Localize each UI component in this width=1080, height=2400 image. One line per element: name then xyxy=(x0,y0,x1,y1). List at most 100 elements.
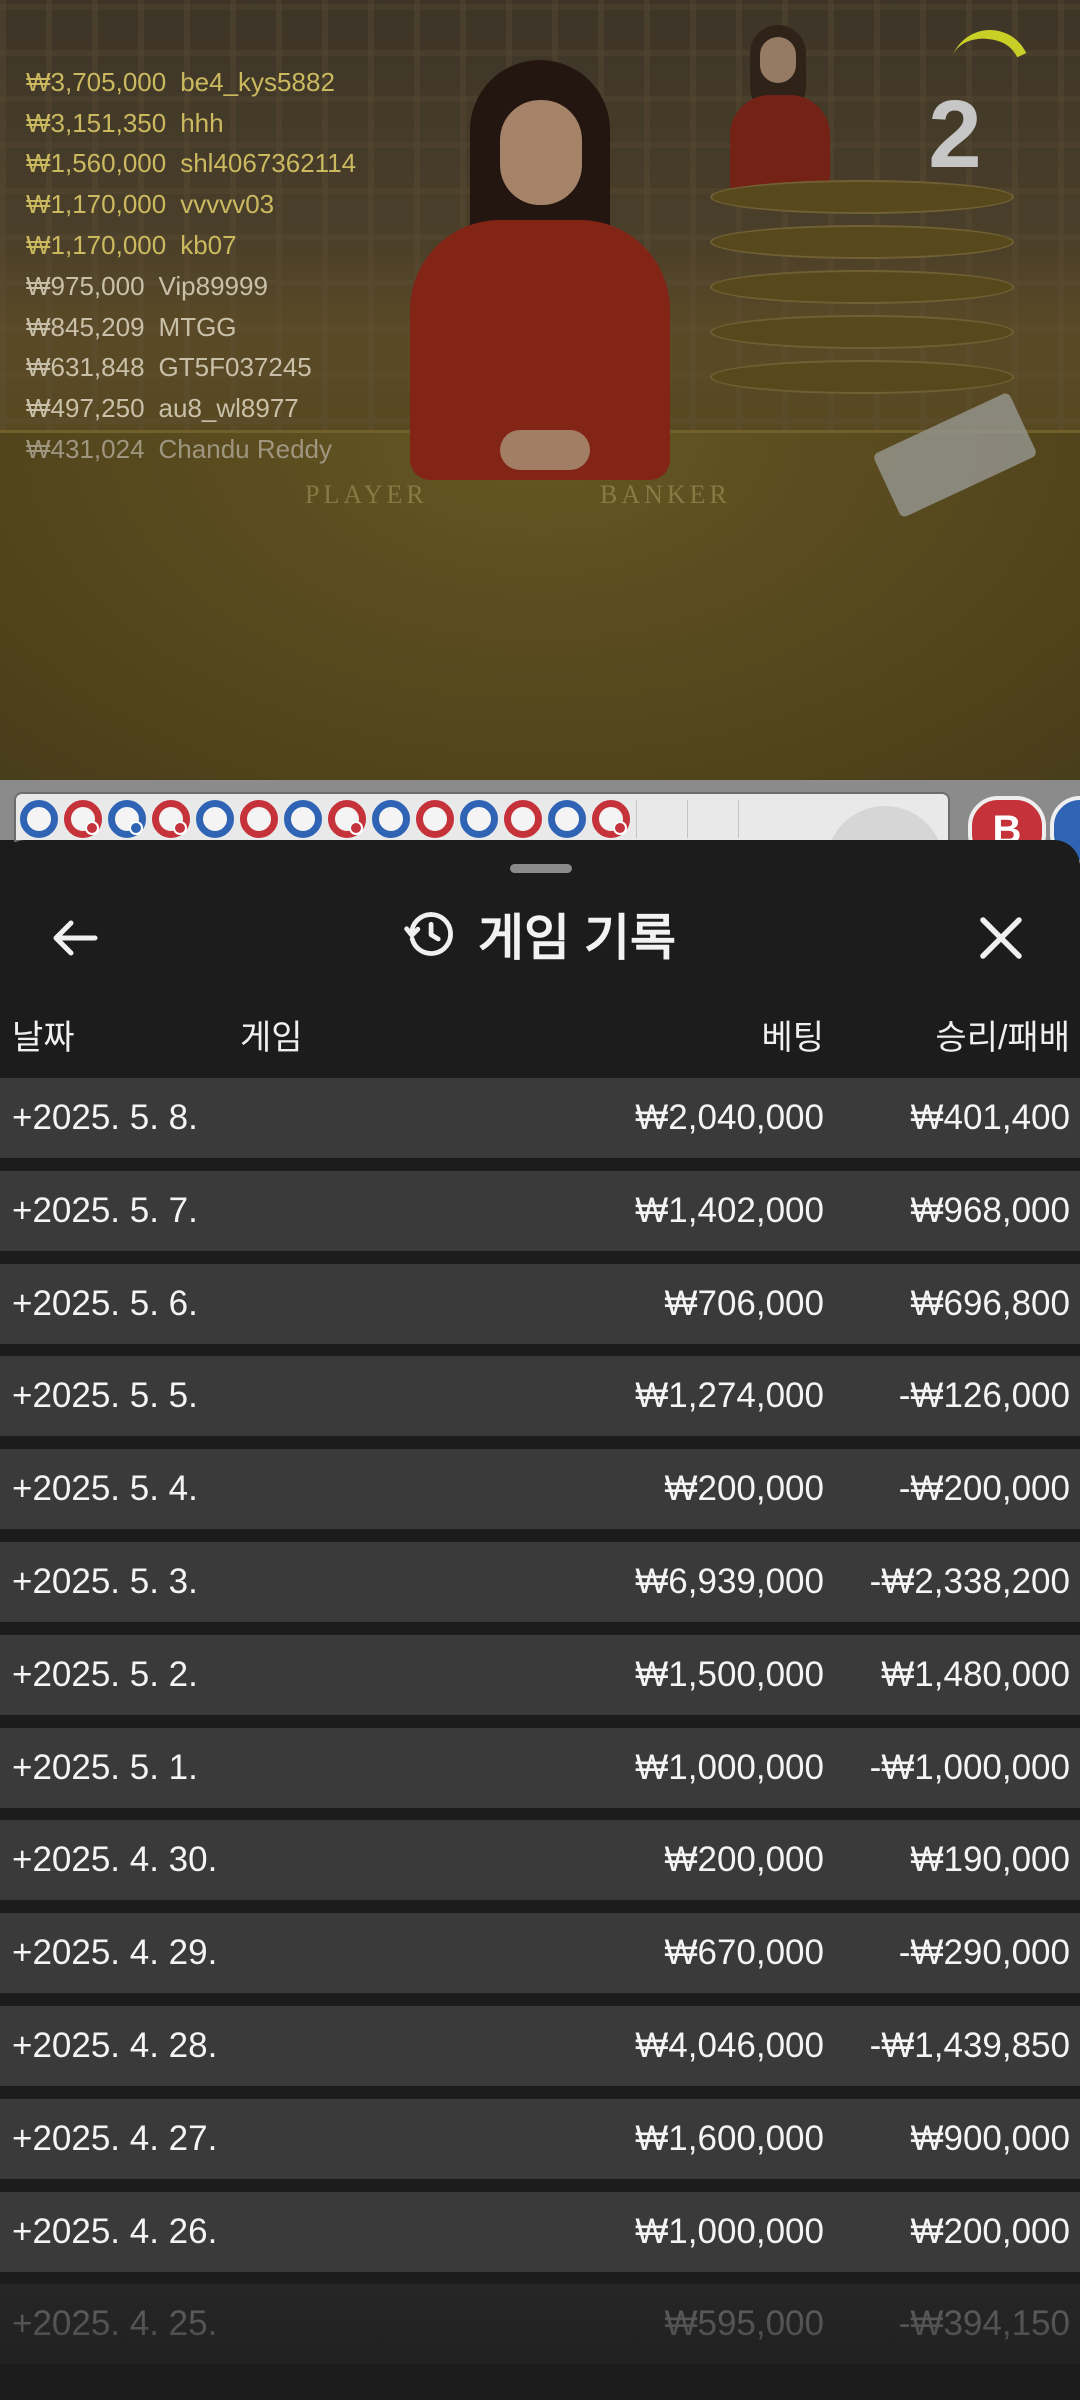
winner-entry: ₩1,560,000 shl4067362114 xyxy=(26,144,356,185)
bead-road[interactable] xyxy=(14,792,950,842)
row-bet: ₩200,000 xyxy=(664,1469,824,1509)
bead-banker xyxy=(504,800,542,838)
row-bet: ₩1,600,000 xyxy=(635,2118,824,2158)
roadmap-strip: B xyxy=(0,780,1080,924)
bead-player xyxy=(460,800,498,838)
bead-player xyxy=(548,800,586,838)
row-bet: ₩1,500,000 xyxy=(635,1654,824,1694)
row-bet: ₩670,000 xyxy=(664,1933,824,1973)
bead-banker xyxy=(328,800,366,838)
row-date: +2025. 4. 27. xyxy=(12,2118,218,2158)
history-clock-icon xyxy=(404,912,453,956)
history-row[interactable]: +2025. 5. 5. ₩1,274,000 -₩126,000 xyxy=(0,1356,1080,1437)
winner-name: au8_wl8977 xyxy=(158,393,299,424)
winner-name: Vip89999 xyxy=(158,270,268,301)
close-x-icon xyxy=(980,917,1022,959)
history-row[interactable]: +2025. 4. 28. ₩4,046,000 -₩1,439,850 xyxy=(0,2005,1080,2086)
back-button[interactable] xyxy=(40,908,110,968)
row-result: -₩290,000 xyxy=(898,1933,1070,1973)
history-row[interactable]: +2025. 4. 30. ₩200,000 ₩190,000 xyxy=(0,1820,1080,1901)
winner-amount: ₩975,000 xyxy=(26,270,145,301)
winner-entry: ₩497,250 au8_wl8977 xyxy=(26,388,356,429)
winner-name: Chandu Reddy xyxy=(158,434,332,465)
row-result: -₩1,439,850 xyxy=(869,2025,1070,2065)
bead-player xyxy=(372,800,410,838)
winner-entry: ₩1,170,000 vvvvv03 xyxy=(26,184,356,225)
sheet-header: 게임 기록 xyxy=(0,884,1080,984)
row-bet: ₩1,000,000 xyxy=(635,2211,824,2251)
winner-amount: ₩631,848 xyxy=(26,352,145,383)
row-bet: ₩1,402,000 xyxy=(635,1190,824,1230)
game-history-sheet: 게임 기록 날짜 게임 베팅 승리/패배 +2025. 5. 8. ₩2,040,… xyxy=(0,840,1080,2400)
sheet-drag-handle[interactable] xyxy=(510,864,572,873)
history-row[interactable]: +2025. 4. 29. ₩670,000 -₩290,000 xyxy=(0,1913,1080,1994)
history-row[interactable]: +2025. 5. 7. ₩1,402,000 ₩968,000 xyxy=(0,1170,1080,1251)
row-bet: ₩1,274,000 xyxy=(635,1376,824,1416)
row-result: ₩696,800 xyxy=(910,1283,1070,1323)
recent-winners-list: ₩3,705,000 be4_kys5882 ₩3,151,350 hhh ₩1,560… xyxy=(26,62,356,470)
row-result: ₩900,000 xyxy=(910,2118,1070,2158)
history-row[interactable]: +2025. 5. 4. ₩200,000 -₩200,000 xyxy=(0,1449,1080,1530)
winner-name: shl4067362114 xyxy=(180,148,357,179)
column-header-date: 날짜 xyxy=(12,1019,75,1057)
bead-player xyxy=(20,800,58,838)
winner-amount: ₩1,170,000 xyxy=(26,230,167,261)
countdown-number: 2 xyxy=(928,81,982,188)
history-row[interactable]: +2025. 4. 27. ₩1,600,000 ₩900,000 xyxy=(0,2098,1080,2179)
winner-amount: ₩1,170,000 xyxy=(26,189,167,220)
winner-amount: ₩1,560,000 xyxy=(26,148,167,179)
winner-entry: ₩3,705,000 be4_kys5882 xyxy=(26,62,356,103)
bead-player xyxy=(108,800,146,838)
row-date: +2025. 5. 7. xyxy=(12,1190,198,1230)
winner-entry: ₩1,170,000 kb07 xyxy=(26,225,356,266)
row-date: +2025. 4. 29. xyxy=(12,1933,218,1973)
row-bet: ₩1,000,000 xyxy=(635,1747,824,1787)
winner-amount: ₩845,209 xyxy=(26,311,145,342)
history-row[interactable]: +2025. 4. 25. ₩595,000 -₩394,150 xyxy=(0,2284,1080,2365)
row-result: ₩200,000 xyxy=(910,2211,1070,2251)
row-bet: ₩4,046,000 xyxy=(635,2025,824,2065)
row-result: -₩394,150 xyxy=(898,2304,1070,2344)
row-date: +2025. 4. 28. xyxy=(12,2025,218,2065)
row-result: -₩1,000,000 xyxy=(869,1747,1070,1787)
row-result: ₩968,000 xyxy=(910,1190,1070,1230)
bead-player xyxy=(284,800,322,838)
bead-banker xyxy=(152,800,190,838)
history-row[interactable]: +2025. 5. 8. ₩2,040,000 ₩401,400 xyxy=(0,1078,1080,1158)
winner-name: GT5F037245 xyxy=(158,352,312,383)
row-date: +2025. 5. 4. xyxy=(12,1469,198,1509)
row-bet: ₩706,000 xyxy=(664,1283,824,1323)
row-result: ₩1,480,000 xyxy=(881,1654,1070,1694)
winner-name: hhh xyxy=(180,107,224,138)
winner-entry: ₩431,024 Chandu Reddy xyxy=(26,429,356,470)
row-bet: ₩6,939,000 xyxy=(635,1561,824,1601)
history-row[interactable]: +2025. 5. 1. ₩1,000,000 -₩1,000,000 xyxy=(0,1727,1080,1808)
row-date: +2025. 5. 1. xyxy=(12,1747,198,1787)
winner-entry: ₩631,848 GT5F037245 xyxy=(26,348,356,389)
row-date: +2025. 4. 25. xyxy=(12,2304,218,2344)
winner-name: be4_kys5882 xyxy=(180,66,335,97)
row-date: +2025. 5. 2. xyxy=(12,1654,198,1694)
bead-banker xyxy=(592,800,630,838)
history-row[interactable]: +2025. 4. 26. ₩1,000,000 ₩200,000 xyxy=(0,2191,1080,2272)
winner-amount: ₩3,705,000 xyxy=(26,66,167,97)
winner-amount: ₩431,024 xyxy=(26,434,145,465)
winner-amount: ₩3,151,350 xyxy=(26,107,167,138)
column-header-game: 게임 xyxy=(240,1019,303,1057)
history-row[interactable]: +2025. 5. 2. ₩1,500,000 ₩1,480,000 xyxy=(0,1634,1080,1715)
winner-entry: ₩845,209 MTGG xyxy=(26,307,356,348)
row-bet: ₩200,000 xyxy=(664,1840,824,1880)
bead-empty-cell xyxy=(636,800,681,838)
row-date: +2025. 5. 3. xyxy=(12,1561,198,1601)
arrow-left-icon xyxy=(53,920,98,956)
row-result: -₩200,000 xyxy=(898,1469,1070,1509)
winner-entry: ₩975,000 Vip89999 xyxy=(26,266,356,307)
close-button[interactable] xyxy=(966,908,1036,968)
history-row[interactable]: +2025. 5. 6. ₩706,000 ₩696,800 xyxy=(0,1263,1080,1344)
row-date: +2025. 4. 30. xyxy=(12,1840,218,1880)
row-date: +2025. 5. 5. xyxy=(12,1376,198,1416)
history-row[interactable]: +2025. 5. 3. ₩6,939,000 -₩2,338,200 xyxy=(0,1541,1080,1622)
live-video-feed: PLAYER BANKER ₩3,705,000 be4_kys5882 ₩3,15… xyxy=(0,0,1080,780)
bead-empty-cell xyxy=(738,800,783,838)
bead-empty-cell xyxy=(687,800,732,838)
